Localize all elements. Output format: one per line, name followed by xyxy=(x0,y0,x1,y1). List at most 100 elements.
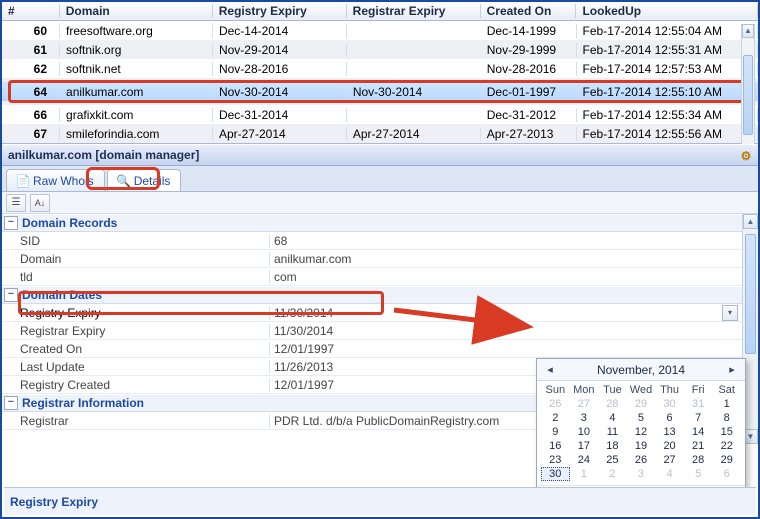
calendar-day[interactable]: 25 xyxy=(598,453,627,467)
calendar-day[interactable]: 15 xyxy=(712,425,741,439)
calendar-day[interactable]: 13 xyxy=(655,425,684,439)
cell-registry-expiry: Nov-29-2014 xyxy=(213,43,347,57)
calendar-day[interactable]: 10 xyxy=(570,425,599,439)
col-header-registry-expiry[interactable]: Registry Expiry xyxy=(213,4,347,18)
calendar-day[interactable]: 28 xyxy=(598,397,627,411)
cell-lookedup: Feb-17-2014 12:55:10 AM xyxy=(577,85,758,99)
scroll-up-icon[interactable]: ▲ xyxy=(742,24,754,38)
calendar-day[interactable]: 6 xyxy=(655,411,684,425)
calendar-day[interactable]: 7 xyxy=(684,411,713,425)
weekday-header: Fri xyxy=(684,383,713,397)
calendar-day[interactable]: 30 xyxy=(655,397,684,411)
prop-row-domain[interactable]: Domain anilkumar.com xyxy=(2,250,742,268)
cell-lookedup: Feb-17-2014 12:55:56 AM xyxy=(577,127,758,141)
col-header-created-on[interactable]: Created On xyxy=(481,4,577,18)
calendar-day[interactable]: 27 xyxy=(570,397,599,411)
calendar-day[interactable]: 1 xyxy=(570,467,599,481)
prop-key-sid: SID xyxy=(2,234,270,248)
cell-lookedup: Feb-17-2014 12:55:31 AM xyxy=(577,43,758,57)
calendar-day[interactable]: 4 xyxy=(655,467,684,481)
calendar-day[interactable]: 16 xyxy=(541,439,570,453)
prev-month-button[interactable]: ◂ xyxy=(543,363,557,376)
calendar-day[interactable]: 3 xyxy=(570,411,599,425)
cell-registry-expiry: Apr-27-2014 xyxy=(213,127,347,141)
calendar-day[interactable]: 9 xyxy=(541,425,570,439)
calendar-day[interactable]: 19 xyxy=(627,439,656,453)
calendar-day[interactable]: 21 xyxy=(684,439,713,453)
calendar-day[interactable]: 12 xyxy=(627,425,656,439)
calendar-day[interactable]: 8 xyxy=(712,411,741,425)
calendar-day[interactable]: 17 xyxy=(570,439,599,453)
col-header-lookedup[interactable]: LookedUp xyxy=(576,4,758,18)
calendar-day[interactable]: 20 xyxy=(655,439,684,453)
calendar-day[interactable]: 24 xyxy=(570,453,599,467)
cell-registry-expiry: Dec-31-2014 xyxy=(213,108,347,122)
prop-row-tld[interactable]: tld com xyxy=(2,268,742,286)
calendar-day[interactable]: 14 xyxy=(684,425,713,439)
calendar-day[interactable]: 28 xyxy=(684,453,713,467)
table-row[interactable]: 61softnik.orgNov-29-2014Nov-29-1999Feb-1… xyxy=(2,40,758,59)
col-header-registrar-expiry[interactable]: Registrar Expiry xyxy=(347,4,481,18)
calendar-day[interactable]: 4 xyxy=(598,411,627,425)
calendar-day[interactable]: 27 xyxy=(655,453,684,467)
cell-number: 66 xyxy=(2,108,60,122)
prop-val-sid[interactable]: 68 xyxy=(270,234,742,248)
status-label: Registry Expiry xyxy=(10,495,98,509)
gear-icon[interactable]: ⚙ xyxy=(738,148,754,164)
calendar-day[interactable]: 5 xyxy=(627,411,656,425)
cell-lookedup: Feb-17-2014 12:55:34 AM xyxy=(577,108,758,122)
col-header-number[interactable]: # xyxy=(2,4,60,18)
calendar-day[interactable]: 31 xyxy=(684,397,713,411)
calendar-day[interactable]: 29 xyxy=(627,397,656,411)
calendar-day[interactable]: 22 xyxy=(712,439,741,453)
prop-val-tld[interactable]: com xyxy=(270,270,742,284)
tab-raw-whois[interactable]: 📄 Raw Whois xyxy=(6,169,105,191)
date-picker-title[interactable]: November, 2014 xyxy=(597,363,685,377)
col-header-domain[interactable]: Domain xyxy=(60,4,213,18)
scroll-thumb[interactable] xyxy=(745,234,756,354)
date-picker-popup[interactable]: ◂ November, 2014 ▸ SunMonTueWedThuFriSat… xyxy=(536,358,746,504)
calendar-day[interactable]: 5 xyxy=(684,467,713,481)
category-domain-records[interactable]: − Domain Records xyxy=(2,214,742,232)
calendar-day[interactable]: 1 xyxy=(712,397,741,411)
calendar-day[interactable]: 29 xyxy=(712,453,741,467)
cell-number: 62 xyxy=(2,62,60,76)
prop-val-created-on[interactable]: 12/01/1997 xyxy=(270,342,742,356)
calendar-day[interactable]: 18 xyxy=(598,439,627,453)
calendar-day[interactable]: 26 xyxy=(541,397,570,411)
alphabetical-view-button[interactable]: A↓ xyxy=(30,194,50,212)
calendar-day[interactable]: 23 xyxy=(541,453,570,467)
calendar-day[interactable]: 2 xyxy=(541,411,570,425)
prop-row-sid[interactable]: SID 68 xyxy=(2,232,742,250)
prop-val-registrar-expiry[interactable]: 11/30/2014 xyxy=(270,324,742,338)
collapse-icon[interactable]: − xyxy=(4,396,18,410)
prop-val-domain[interactable]: anilkumar.com xyxy=(270,252,742,266)
next-month-button[interactable]: ▸ xyxy=(725,363,739,376)
calendar-day[interactable]: 30 xyxy=(541,467,570,481)
collapse-icon[interactable]: − xyxy=(4,216,18,230)
calendar-day[interactable]: 11 xyxy=(598,425,627,439)
cell-domain: grafixkit.com xyxy=(60,108,213,122)
table-row[interactable]: 67smileforindia.comApr-27-2014Apr-27-201… xyxy=(2,124,758,143)
scroll-thumb[interactable] xyxy=(743,55,753,135)
table-row[interactable]: 62softnik.netNov-28-2016Nov-28-2016Feb-1… xyxy=(2,59,758,78)
weekday-header: Wed xyxy=(627,383,656,397)
table-row[interactable]: 66grafixkit.comDec-31-2014Dec-31-2012Feb… xyxy=(2,105,758,124)
calendar-day[interactable]: 2 xyxy=(598,467,627,481)
prop-row-created-on[interactable]: Created On 12/01/1997 xyxy=(2,340,742,358)
scroll-up-icon[interactable]: ▲ xyxy=(743,214,758,229)
weekday-header: Sat xyxy=(712,383,741,397)
calendar-day[interactable]: 26 xyxy=(627,453,656,467)
cell-domain: anilkumar.com xyxy=(60,85,213,99)
prop-row-registrar-expiry[interactable]: Registrar Expiry 11/30/2014 xyxy=(2,322,742,340)
table-row[interactable]: 60freesoftware.orgDec-14-2014Dec-14-1999… xyxy=(2,21,758,40)
category-registrar-information-label: Registrar Information xyxy=(22,396,144,410)
calendar-day[interactable]: 6 xyxy=(712,467,741,481)
table-row[interactable]: 64anilkumar.comNov-30-2014Nov-30-2014Dec… xyxy=(2,82,758,101)
dropdown-button[interactable]: ▾ xyxy=(722,305,738,321)
cell-number: 60 xyxy=(2,24,60,38)
calendar-day[interactable]: 3 xyxy=(627,467,656,481)
date-picker-grid: SunMonTueWedThuFriSat2627282930311234567… xyxy=(537,381,745,485)
categorized-view-button[interactable]: ☰ xyxy=(6,194,26,212)
tab-details[interactable]: 🔍 Details xyxy=(107,169,182,191)
